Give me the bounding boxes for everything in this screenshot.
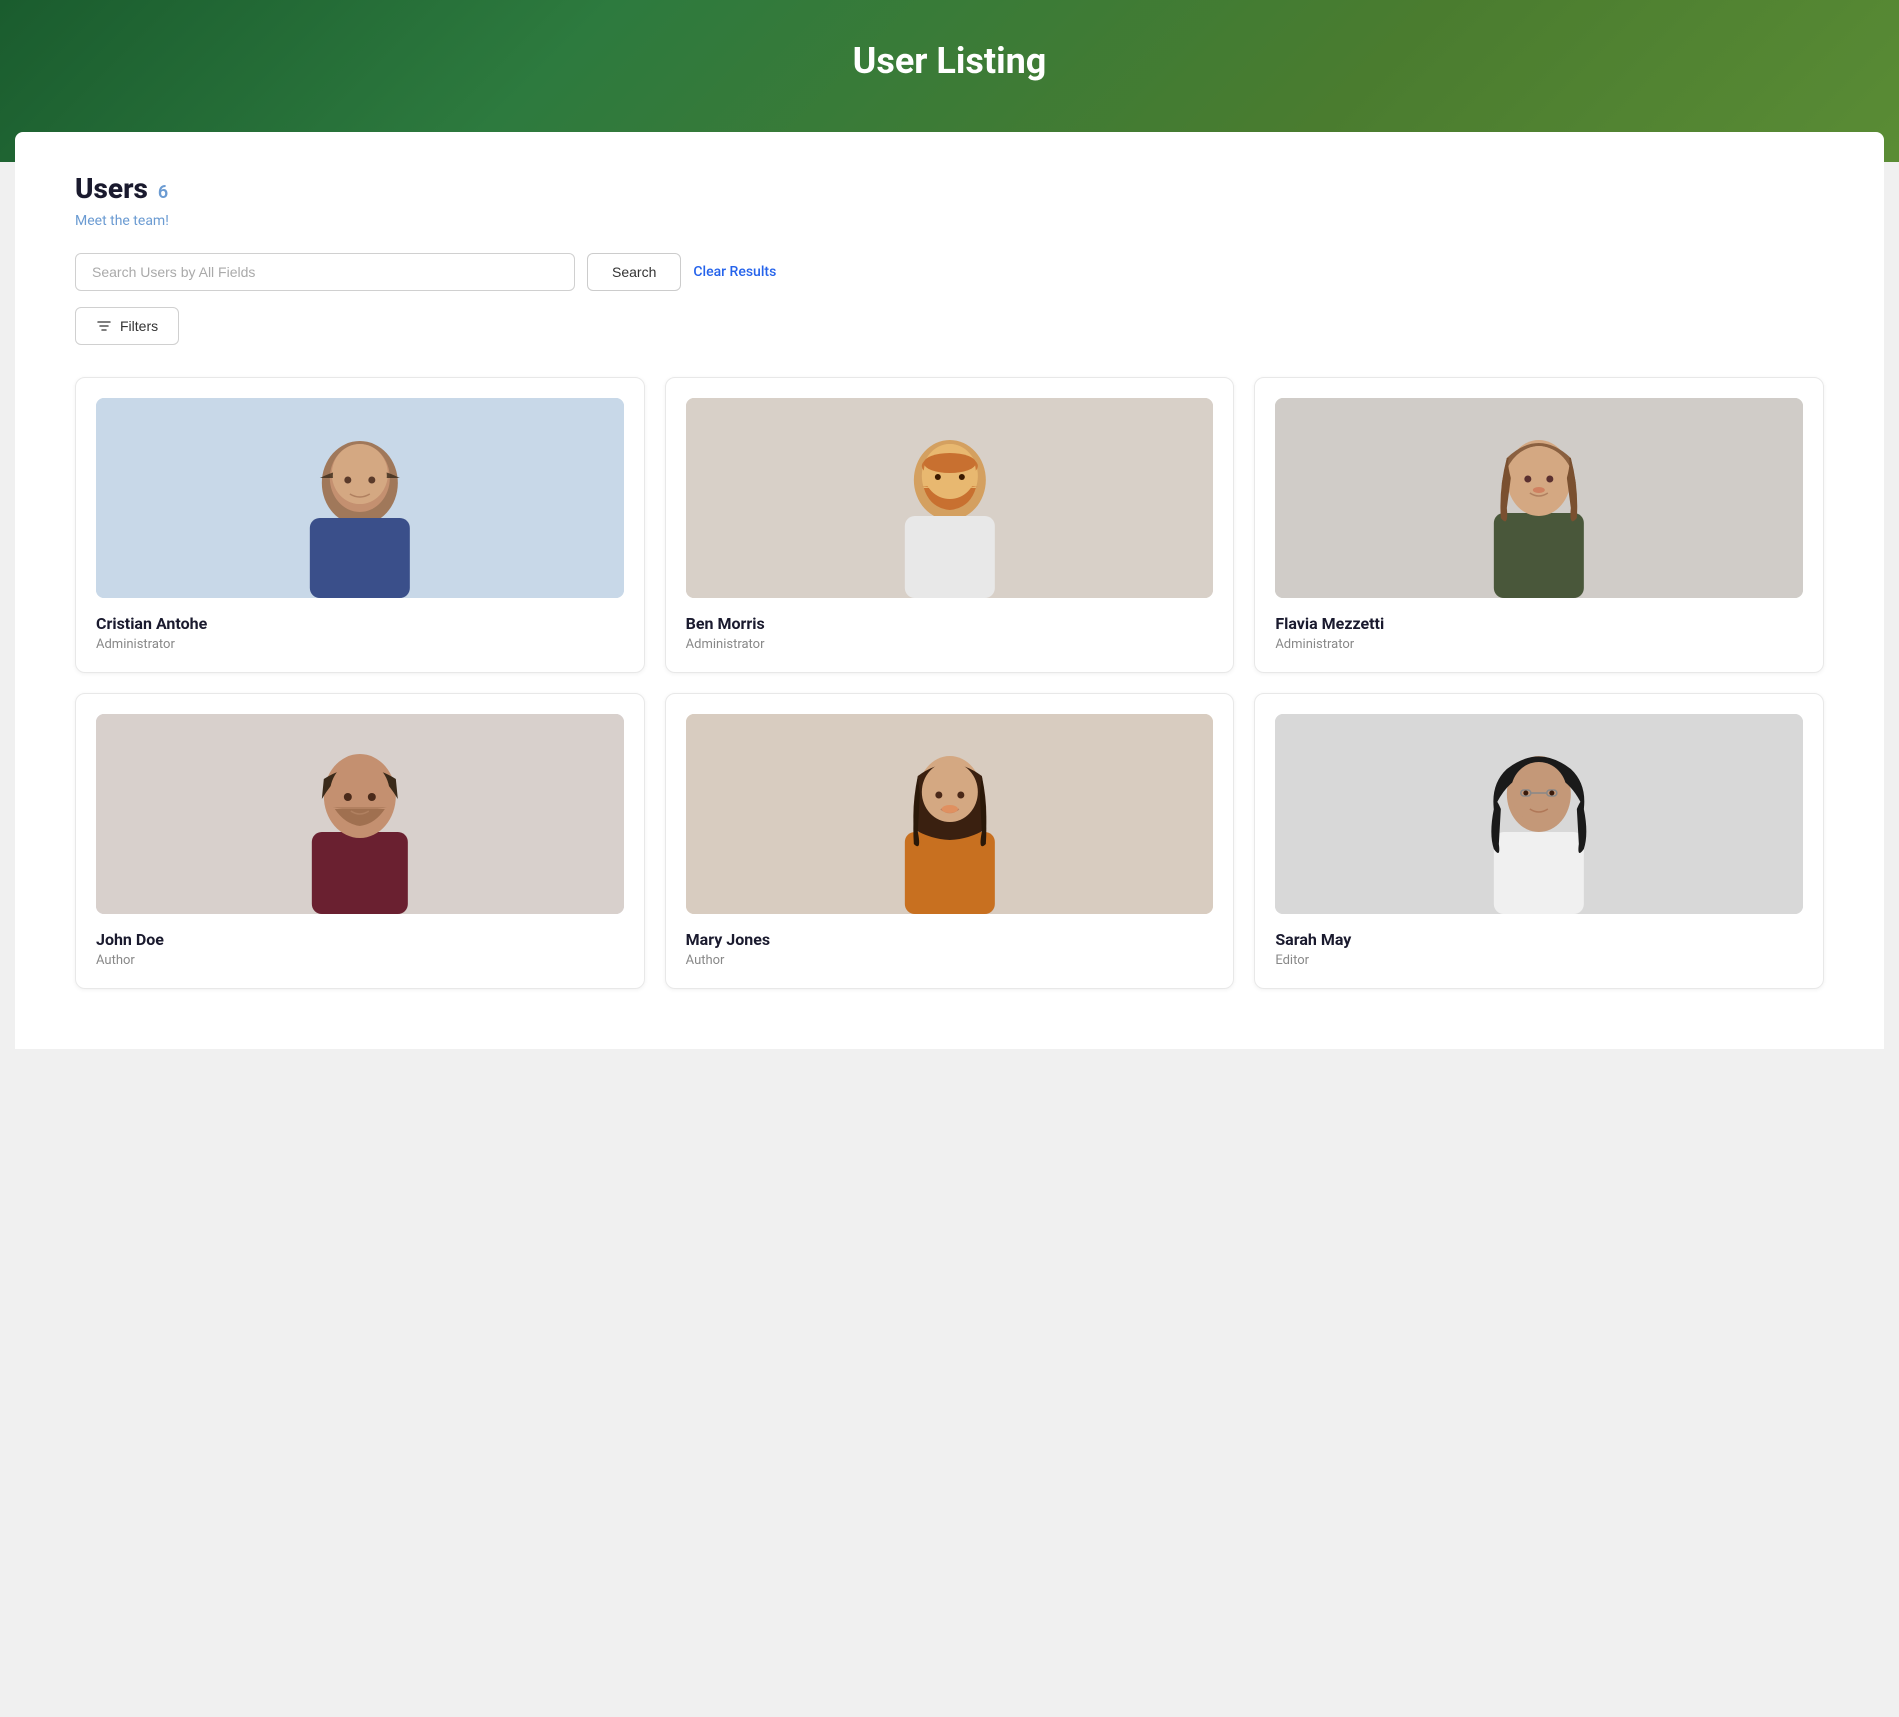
filters-button[interactable]: Filters [75, 307, 179, 345]
main-content: Users 6 Meet the team! Search Clear Resu… [15, 132, 1884, 1049]
user-avatar-sarah-may [1275, 714, 1803, 914]
filters-label: Filters [120, 318, 158, 334]
clear-results-link[interactable]: Clear Results [693, 264, 776, 280]
user-avatar-john-doe [96, 714, 624, 914]
users-subtitle: Meet the team! [75, 213, 1824, 229]
filter-icon [96, 318, 112, 334]
user-role-cristian-antohe: Administrator [96, 637, 624, 652]
user-role-sarah-may: Editor [1275, 953, 1803, 968]
page-title: User Listing [20, 40, 1879, 82]
user-avatar-cristian-antohe [96, 398, 624, 598]
user-name-flavia-mezzetti: Flavia Mezzetti [1275, 614, 1803, 633]
search-button[interactable]: Search [587, 253, 681, 291]
user-card-sarah-may[interactable]: Sarah May Editor [1254, 693, 1824, 989]
search-row: Search Clear Results [75, 253, 1824, 291]
user-name-sarah-may: Sarah May [1275, 930, 1803, 949]
user-card-ben-morris[interactable]: Ben Morris Administrator [665, 377, 1235, 673]
user-card-cristian-antohe[interactable]: Cristian Antohe Administrator [75, 377, 645, 673]
user-role-flavia-mezzetti: Administrator [1275, 637, 1803, 652]
user-avatar-mary-jones [686, 714, 1214, 914]
filters-row: Filters [75, 307, 1824, 345]
users-heading: Users 6 [75, 172, 1824, 205]
user-name-mary-jones: Mary Jones [686, 930, 1214, 949]
user-role-mary-jones: Author [686, 953, 1214, 968]
user-name-ben-morris: Ben Morris [686, 614, 1214, 633]
user-card-flavia-mezzetti[interactable]: Flavia Mezzetti Administrator [1254, 377, 1824, 673]
user-name-john-doe: John Doe [96, 930, 624, 949]
search-input[interactable] [75, 253, 575, 291]
user-card-john-doe[interactable]: John Doe Author [75, 693, 645, 989]
user-card-mary-jones[interactable]: Mary Jones Author [665, 693, 1235, 989]
users-count: 6 [158, 182, 168, 203]
user-grid: Cristian Antohe Administrator [75, 377, 1824, 989]
user-role-john-doe: Author [96, 953, 624, 968]
user-avatar-flavia-mezzetti [1275, 398, 1803, 598]
user-role-ben-morris: Administrator [686, 637, 1214, 652]
users-title: Users [75, 172, 148, 205]
user-name-cristian-antohe: Cristian Antohe [96, 614, 624, 633]
user-avatar-ben-morris [686, 398, 1214, 598]
